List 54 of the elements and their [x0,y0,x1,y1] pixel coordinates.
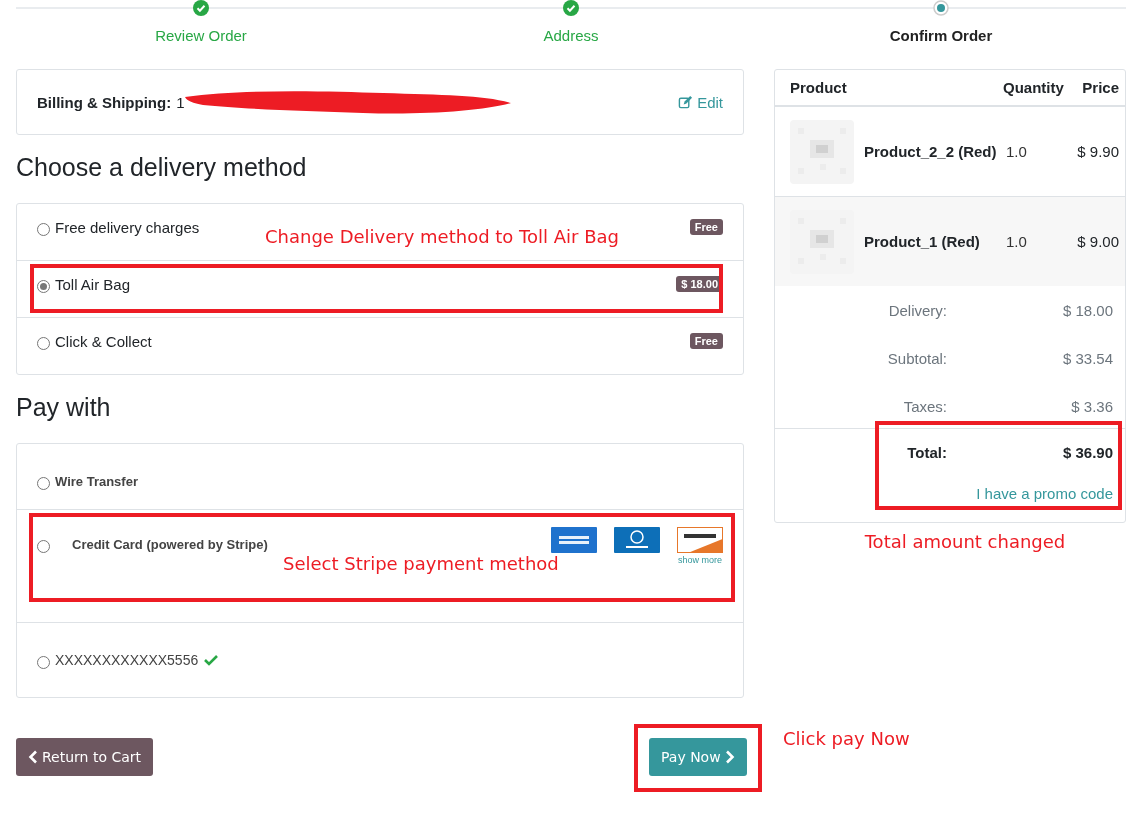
delivery-option-label[interactable]: Toll Air Bag [55,276,131,293]
radio-button[interactable] [37,477,50,490]
delivery-option-label[interactable]: Free delivery charges [55,219,200,236]
section-heading: Pay with [16,393,112,422]
return-to-cart-button[interactable]: Return to Cart [16,738,153,776]
step-label[interactable]: Confirm Order [889,27,993,44]
annotation-note: Total amount changed [864,531,1066,552]
product-name: Product_1 (Red) [864,233,981,250]
payment-option-label[interactable]: Credit Card (powered by Stripe) [72,537,268,552]
annotation-note: Select Stripe payment method [283,553,559,574]
image-placeholder-icon [790,119,854,184]
card-logo-icon [551,527,597,553]
summary-label: Subtotal: [886,349,947,367]
radio-button[interactable] [37,540,50,553]
column-header: Product [790,79,848,96]
radio-button[interactable] [37,223,50,236]
delivery-option-label[interactable]: Click & Collect [55,333,152,350]
check-circle-icon [563,0,579,16]
summary-value: $ 33.54 [1061,349,1113,367]
payment-option-label[interactable]: XXXXXXXXXXXX5556 [55,652,199,668]
summary-value: $ 3.36 [1070,397,1113,415]
chevron-right-icon [724,750,735,764]
column-header: Quantity [1003,79,1065,96]
quantity-cell-text: 1.0 [1006,233,1028,250]
price-badge: Free [689,333,723,349]
price-cell-text: $ 9.00 [1076,233,1119,250]
radio-button[interactable] [37,280,50,293]
chevron-left-icon [28,750,38,764]
total-label: Total: [906,443,947,461]
edit-icon [678,94,694,110]
section-heading: Choose a delivery method [16,153,308,182]
step-dot-icon [933,0,949,16]
summary-value: $ 18.00 [1061,301,1113,319]
product-name: Product_2_2 (Red) [864,143,998,160]
summary-label: Delivery: [887,301,947,319]
check-circle-icon [193,0,209,16]
card-logo-icon [677,527,723,553]
column-header: Price [1081,79,1119,96]
billing-address: 1 [176,93,185,111]
show-more-link[interactable]: show more [678,555,722,565]
radio-button[interactable] [37,337,50,350]
price-cell-text: $ 9.90 [1076,143,1119,160]
quantity-cell-text: 1.0 [1006,143,1028,160]
summary-label: Taxes: [902,397,947,415]
radio-button[interactable] [37,655,50,669]
edit-link[interactable]: Edit [678,93,723,111]
billing-label: Billing & Shipping: [37,93,172,111]
payment-option-label[interactable]: Wire Transfer [55,474,138,489]
promo-code-link[interactable]: I have a promo code [976,485,1113,502]
card-logo-icon [614,527,660,553]
annotation-note: Click pay Now [783,728,910,749]
price-badge: Free [689,219,723,235]
total-value: $ 36.90 [1061,443,1113,461]
annotation-note: Change Delivery method to Toll Air Bag [265,226,619,247]
